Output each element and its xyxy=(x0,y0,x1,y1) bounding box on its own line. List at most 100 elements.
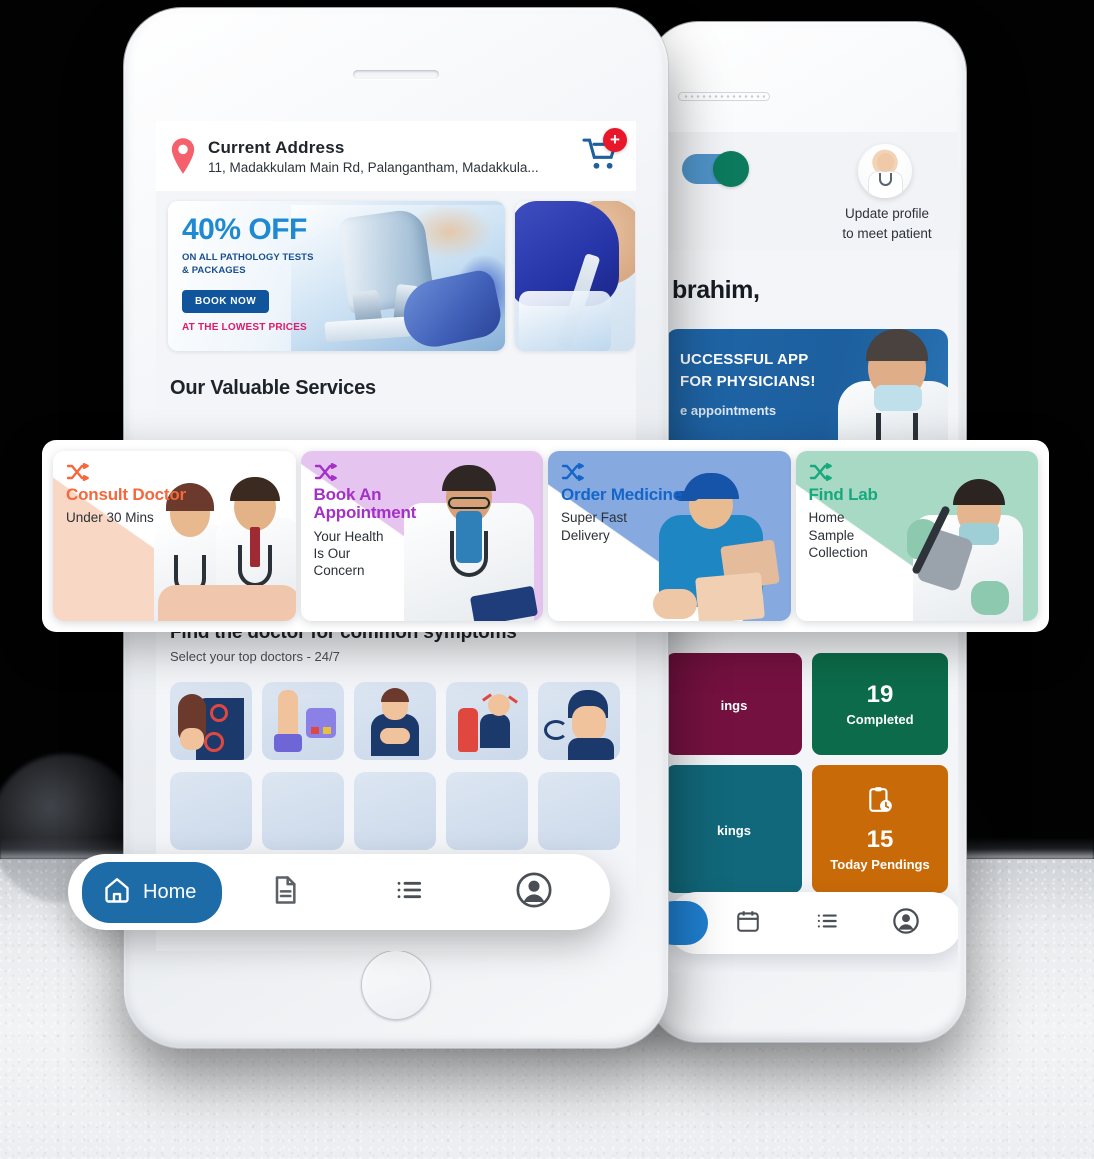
nav-item-profile[interactable] xyxy=(471,871,596,914)
patient-bottom-nav: Home xyxy=(68,854,610,930)
stomach-pain-symptom-icon[interactable] xyxy=(354,682,436,760)
symptom-tile[interactable] xyxy=(538,772,620,850)
profile-icon xyxy=(515,871,553,914)
nav-item-home-label: Home xyxy=(143,880,197,903)
list-icon xyxy=(814,908,840,939)
card-copy: Order Medicine Super Fast Delivery xyxy=(561,463,682,544)
profile-icon xyxy=(892,907,920,940)
clipboard-clock-icon xyxy=(867,786,893,819)
shopping-cart-icon xyxy=(582,138,622,176)
shuffle-icon xyxy=(66,463,90,485)
earpiece-speaker-icon xyxy=(353,70,439,79)
symptoms-section: Find the doctor for common symptoms Sele… xyxy=(156,618,636,850)
promo-banner-slide-2[interactable] xyxy=(515,201,635,351)
service-name: Consult Doctor xyxy=(66,485,186,504)
stat-label: ings xyxy=(720,698,748,713)
shuffle-icon xyxy=(809,463,833,485)
services-heading: Our Valuable Services xyxy=(170,377,376,399)
card-copy: Find Lab Home Sample Collection xyxy=(809,463,887,561)
doctor-bottom-nav xyxy=(656,892,958,954)
promo-line-3: e appointments xyxy=(680,403,777,418)
blood-pressure-symptom-icon[interactable] xyxy=(262,682,344,760)
nav-item-profile[interactable] xyxy=(867,907,946,940)
doctor-stats-grid: ings 19 Completed kings 15 Today Pending… xyxy=(656,653,958,893)
stat-number: 19 xyxy=(866,681,894,708)
doctor-photo xyxy=(824,329,948,457)
promo-line-1: UCCESSFUL APP xyxy=(680,351,809,368)
valuable-services-card-strip: Consult Doctor Under 30 Mins Book An App… xyxy=(42,440,1049,632)
profile-caption-line2: to meet patient xyxy=(842,225,932,241)
home-icon xyxy=(102,875,132,910)
nav-item-list[interactable] xyxy=(347,874,472,911)
stat-tile-todays-bookings[interactable]: kings xyxy=(666,765,802,893)
promo-carousel[interactable]: 40% OFF ON ALL PATHOLOGY TESTS & PACKAGE… xyxy=(156,191,636,351)
doctor-promo-banner[interactable]: UCCESSFUL APP FOR PHYSICIANS! e appointm… xyxy=(666,329,948,457)
promo-banner-slide-1[interactable]: 40% OFF ON ALL PATHOLOGY TESTS & PACKAGE… xyxy=(168,201,505,351)
availability-toggle[interactable] xyxy=(682,151,749,187)
service-name: Order Medicine xyxy=(561,485,682,504)
services-section-header: Our Valuable Services xyxy=(156,351,636,400)
back-pain-symptom-icon[interactable] xyxy=(170,682,252,760)
address-text: Current Address 11, Madakkulam Main Rd, … xyxy=(208,138,572,175)
service-desc: Home Sample Collection xyxy=(808,510,868,560)
card-copy: Consult Doctor Under 30 Mins xyxy=(66,463,186,527)
lab-technician-photo xyxy=(893,451,1039,621)
promo-copy: 40% OFF ON ALL PATHOLOGY TESTS & PACKAGE… xyxy=(182,215,314,333)
symptoms-subtitle: Select your top doctors - 24/7 xyxy=(170,649,340,664)
stat-tile-completed[interactable]: 19 Completed xyxy=(812,653,948,755)
scene: Update profile to meet patient brahim, U… xyxy=(0,0,1094,1159)
service-card-book-appointment[interactable]: Book An Appointment Your Health Is Our C… xyxy=(300,451,543,621)
profile-caption-line1: Update profile xyxy=(844,206,930,221)
document-icon xyxy=(269,874,301,911)
symptoms-row-secondary xyxy=(170,772,636,850)
service-name: Book An Appointment xyxy=(313,485,417,523)
symptom-tile[interactable] xyxy=(262,772,344,850)
cart-badge: + xyxy=(603,128,627,152)
promo-subline-1: ON ALL PATHOLOGY TESTS xyxy=(182,252,314,263)
promo-subline: ON ALL PATHOLOGY TESTS & PACKAGES xyxy=(182,252,314,277)
service-desc: Your Health Is Our Concern xyxy=(313,528,384,579)
promo-line-2: FOR PHYSICIANS! xyxy=(680,373,816,390)
nav-item-home[interactable]: Home xyxy=(82,861,223,923)
service-desc: Super Fast Delivery xyxy=(561,510,628,543)
stat-label: kings xyxy=(717,823,751,838)
stat-number: 15 xyxy=(866,826,894,853)
earpiece-grille-icon xyxy=(678,92,770,101)
calendar-icon xyxy=(735,908,761,939)
service-card-consult-doctor[interactable]: Consult Doctor Under 30 Mins xyxy=(53,451,296,621)
doctor-avatar[interactable] xyxy=(858,144,912,198)
stat-tile-today-pendings[interactable]: 15 Today Pendings xyxy=(812,765,948,893)
address-bar[interactable]: Current Address 11, Madakkulam Main Rd, … xyxy=(156,121,636,191)
stat-label: Today Pendings xyxy=(830,857,930,872)
stat-label: Completed xyxy=(846,712,914,727)
list-icon xyxy=(393,874,425,911)
digestive-symptom-icon[interactable] xyxy=(446,682,528,760)
nav-item-documents[interactable] xyxy=(222,874,347,911)
symptom-tile[interactable] xyxy=(446,772,528,850)
symptoms-row xyxy=(170,682,636,760)
shuffle-icon xyxy=(561,463,585,485)
nav-item-calendar[interactable] xyxy=(708,908,787,939)
promo-footnote: AT THE LOWEST PRICES xyxy=(182,322,307,334)
doctor-greeting: brahim, xyxy=(672,276,760,304)
symptom-tile[interactable] xyxy=(170,772,252,850)
promo-headline: 40% OFF xyxy=(182,213,307,246)
promo-subline-2: & PACKAGES xyxy=(182,264,246,276)
device-home-button[interactable] xyxy=(361,950,431,1020)
cart-button[interactable]: + xyxy=(582,128,627,176)
address-title: Current Address xyxy=(208,137,345,157)
symptom-tile[interactable] xyxy=(354,772,436,850)
profile-caption: Update profile to meet patient xyxy=(826,204,948,243)
nav-item-list[interactable] xyxy=(787,908,866,939)
location-pin-icon xyxy=(168,137,198,175)
book-now-button[interactable]: BOOK NOW xyxy=(182,290,270,314)
service-card-order-medicine[interactable]: Order Medicine Super Fast Delivery xyxy=(548,451,791,621)
service-name: Find Lab xyxy=(808,485,878,504)
service-card-find-lab[interactable]: Find Lab Home Sample Collection xyxy=(795,451,1039,621)
service-desc: Under 30 Mins xyxy=(66,510,154,526)
stat-tile-bookings[interactable]: ings xyxy=(666,653,802,755)
shuffle-icon xyxy=(314,463,338,485)
address-value: 11, Madakkulam Main Rd, Palangantham, Ma… xyxy=(208,159,539,175)
doctor-header: Update profile to meet patient xyxy=(656,132,958,250)
sneezing-allergy-symptom-icon[interactable] xyxy=(538,682,620,760)
